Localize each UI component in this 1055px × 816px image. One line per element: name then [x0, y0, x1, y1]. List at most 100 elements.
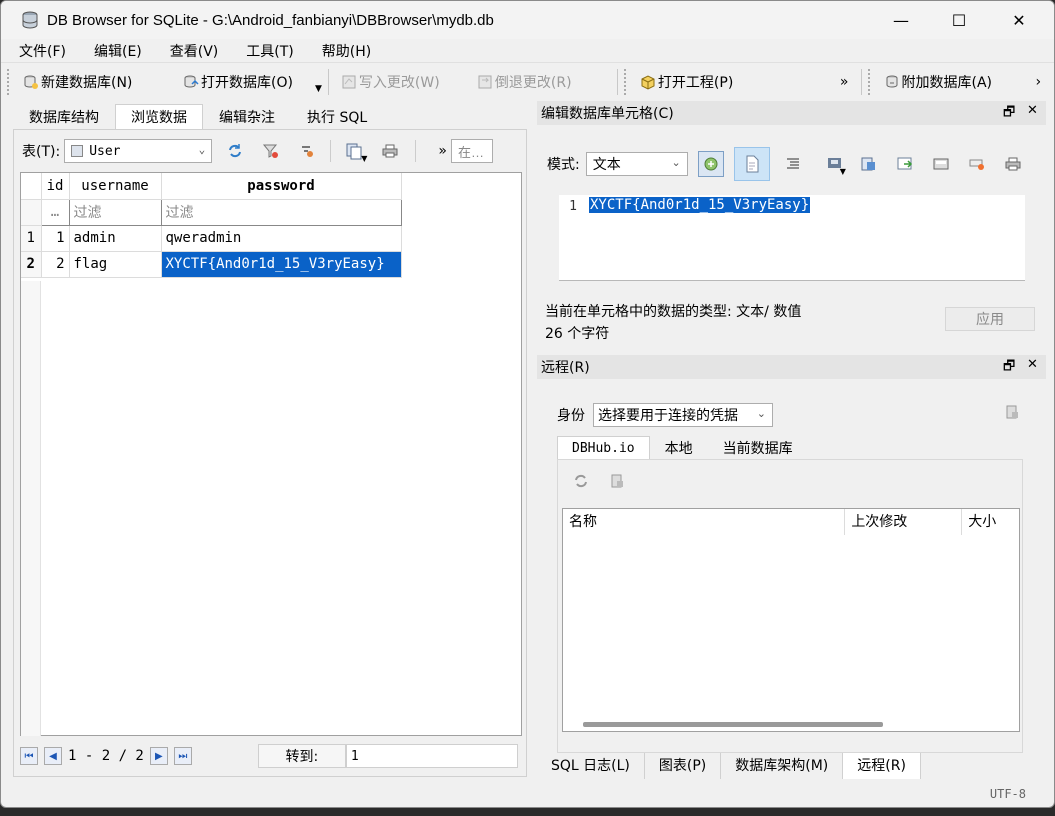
menu-file[interactable]: 文件(F): [1, 41, 76, 61]
find-in-table-input[interactable]: 在…: [450, 139, 493, 163]
filter-corner[interactable]: …: [40, 198, 70, 226]
goto-button[interactable]: 转到:: [257, 744, 346, 768]
set-null-icon[interactable]: [892, 151, 918, 177]
auto-format-icon[interactable]: [780, 151, 806, 177]
tab-current-database[interactable]: 当前数据库: [708, 436, 808, 460]
horizontal-scrollbar[interactable]: [583, 722, 883, 727]
tab-edit-pragmas[interactable]: 编辑杂注: [203, 104, 291, 130]
chevron-down-icon: ⌄: [756, 408, 766, 420]
cell-id[interactable]: 1: [40, 224, 70, 252]
open-database-dropdown-icon[interactable]: ▼: [315, 84, 322, 94]
remote-file-list[interactable]: 名称 上次修改 大小: [562, 508, 1020, 732]
cell-username[interactable]: admin: [68, 224, 162, 252]
minimize-button[interactable]: —: [873, 1, 929, 39]
auto-switch-mode-icon[interactable]: [697, 151, 724, 177]
editor-line-number: 1: [569, 199, 577, 214]
mode-select[interactable]: 文本 ⌄: [585, 152, 688, 176]
write-changes-button[interactable]: 写入更改(W): [335, 67, 471, 97]
filter-username-input[interactable]: 过滤: [68, 198, 162, 226]
toolbar-separator: [330, 140, 332, 162]
cell-id[interactable]: 2: [40, 250, 70, 278]
clear-cell-icon[interactable]: [964, 151, 990, 177]
dock-close-icon[interactable]: ✕: [1027, 103, 1038, 118]
tab-plot[interactable]: 图表(P): [645, 753, 722, 779]
toolbar-grip[interactable]: [7, 68, 11, 95]
filter-overflow-chevron[interactable]: »: [438, 143, 447, 159]
column-header-password[interactable]: password: [160, 173, 402, 200]
tab-local[interactable]: 本地: [650, 436, 708, 460]
close-button[interactable]: ✕: [991, 1, 1047, 39]
identity-select[interactable]: 选择要用于连接的凭据 ⌄: [593, 403, 773, 427]
refresh-icon[interactable]: [222, 139, 248, 163]
goto-row-input[interactable]: 1: [345, 744, 518, 768]
row-header[interactable]: 2: [21, 250, 42, 278]
word-wrap-icon[interactable]: [733, 147, 770, 181]
print-cell-icon[interactable]: [1000, 151, 1026, 177]
table-header-row: id username password: [21, 173, 402, 200]
filter-password-input[interactable]: 过滤: [160, 198, 402, 226]
menu-tools[interactable]: 工具(T): [228, 41, 303, 61]
tab-sql-log[interactable]: SQL 日志(L): [537, 753, 645, 779]
tab-browse-data[interactable]: 浏览数据: [115, 104, 203, 130]
tab-db-schema[interactable]: 数据库架构(M): [721, 753, 844, 779]
dock-float-icon[interactable]: 🗗: [1003, 103, 1015, 125]
tab-dbhub[interactable]: DBHub.io: [557, 436, 650, 460]
open-database-button[interactable]: 打开数据库(O): [167, 67, 317, 97]
cell-username[interactable]: flag: [68, 250, 162, 278]
column-header-id[interactable]: id: [40, 173, 70, 200]
attach-database-icon: [884, 74, 900, 90]
column-header-last-modified[interactable]: 上次修改: [845, 509, 963, 535]
menu-edit[interactable]: 编辑(E): [76, 41, 152, 61]
table-row[interactable]: 1 1 admin qweradmin: [21, 224, 402, 252]
toolbar-overflow-chevron-right[interactable]: ›: [1030, 74, 1048, 90]
last-page-icon[interactable]: ⏭: [173, 747, 192, 765]
maximize-button[interactable]: ☐: [931, 1, 987, 39]
open-external-icon[interactable]: [928, 151, 954, 177]
revert-changes-button[interactable]: 倒退更改(R): [471, 67, 611, 97]
new-database-button[interactable]: 新建数据库(N): [17, 67, 167, 97]
previous-page-icon[interactable]: ◀: [44, 747, 62, 765]
edit-cell-dock-title[interactable]: 编辑数据库单元格(C) 🗗 ✕: [537, 101, 1046, 125]
clear-sort-icon[interactable]: [294, 139, 320, 163]
next-page-icon[interactable]: ▶: [149, 747, 168, 765]
row-header[interactable]: 1: [21, 224, 42, 252]
dock-float-icon[interactable]: 🗗: [1003, 357, 1015, 379]
menu-help[interactable]: 帮助(H): [304, 41, 381, 61]
cell-password-selected[interactable]: XYCTF{And0r1d_15_V3ryEasy}: [160, 250, 402, 278]
table-row[interactable]: 2 2 flag XYCTF{And0r1d_15_V3ryEasy}: [21, 250, 402, 278]
clear-filters-icon[interactable]: [258, 139, 284, 163]
attach-database-button[interactable]: 附加数据库(A): [878, 67, 1030, 97]
cell-password[interactable]: qweradmin: [160, 224, 402, 252]
export-icon[interactable]: [856, 151, 882, 177]
data-grid[interactable]: id username password … 过滤 过滤 1 1 admin q…: [20, 172, 522, 736]
remote-dock-title[interactable]: 远程(R) 🗗 ✕: [537, 355, 1046, 379]
column-header-username[interactable]: username: [68, 173, 162, 200]
toolbar-grip[interactable]: [623, 68, 628, 95]
toolbar-separator: [860, 68, 862, 95]
table-select[interactable]: User ⌄: [64, 139, 213, 163]
open-database-label: 打开数据库(O): [201, 74, 293, 91]
toolbar-overflow-chevron[interactable]: »: [834, 74, 855, 90]
new-database-label: 新建数据库(N): [41, 74, 133, 91]
toolbar-grip[interactable]: [867, 68, 872, 95]
save-table-dropdown-icon[interactable]: ▼: [361, 154, 367, 163]
apply-button[interactable]: 应用: [945, 307, 1035, 331]
import-dropdown-icon[interactable]: ▼: [840, 167, 846, 176]
print-icon[interactable]: [377, 139, 403, 163]
tab-execute-sql[interactable]: 执行 SQL: [291, 104, 383, 130]
tab-database-structure[interactable]: 数据库结构: [13, 104, 115, 130]
column-header-name[interactable]: 名称: [563, 509, 846, 535]
identity-settings-icon[interactable]: [1003, 403, 1021, 425]
remote-title: 远程(R): [541, 360, 590, 376]
menu-view[interactable]: 查看(V): [152, 41, 229, 61]
cell-editor[interactable]: 1 XYCTF{And0r1d_15_V3ryEasy}: [559, 195, 1025, 281]
open-project-button[interactable]: 打开工程(P): [634, 67, 834, 97]
dock-close-icon[interactable]: ✕: [1027, 357, 1038, 372]
tab-remote[interactable]: 远程(R): [843, 753, 921, 779]
column-header-size[interactable]: 大小: [962, 509, 1019, 535]
refresh-icon[interactable]: [572, 472, 590, 494]
cell-editor-text[interactable]: XYCTF{And0r1d_15_V3ryEasy}: [589, 197, 811, 213]
clone-database-icon[interactable]: [608, 472, 626, 494]
first-page-icon[interactable]: ⏮: [20, 747, 38, 765]
table-selector-row: 表(T): User ⌄ ▼ » 在…: [22, 138, 493, 164]
